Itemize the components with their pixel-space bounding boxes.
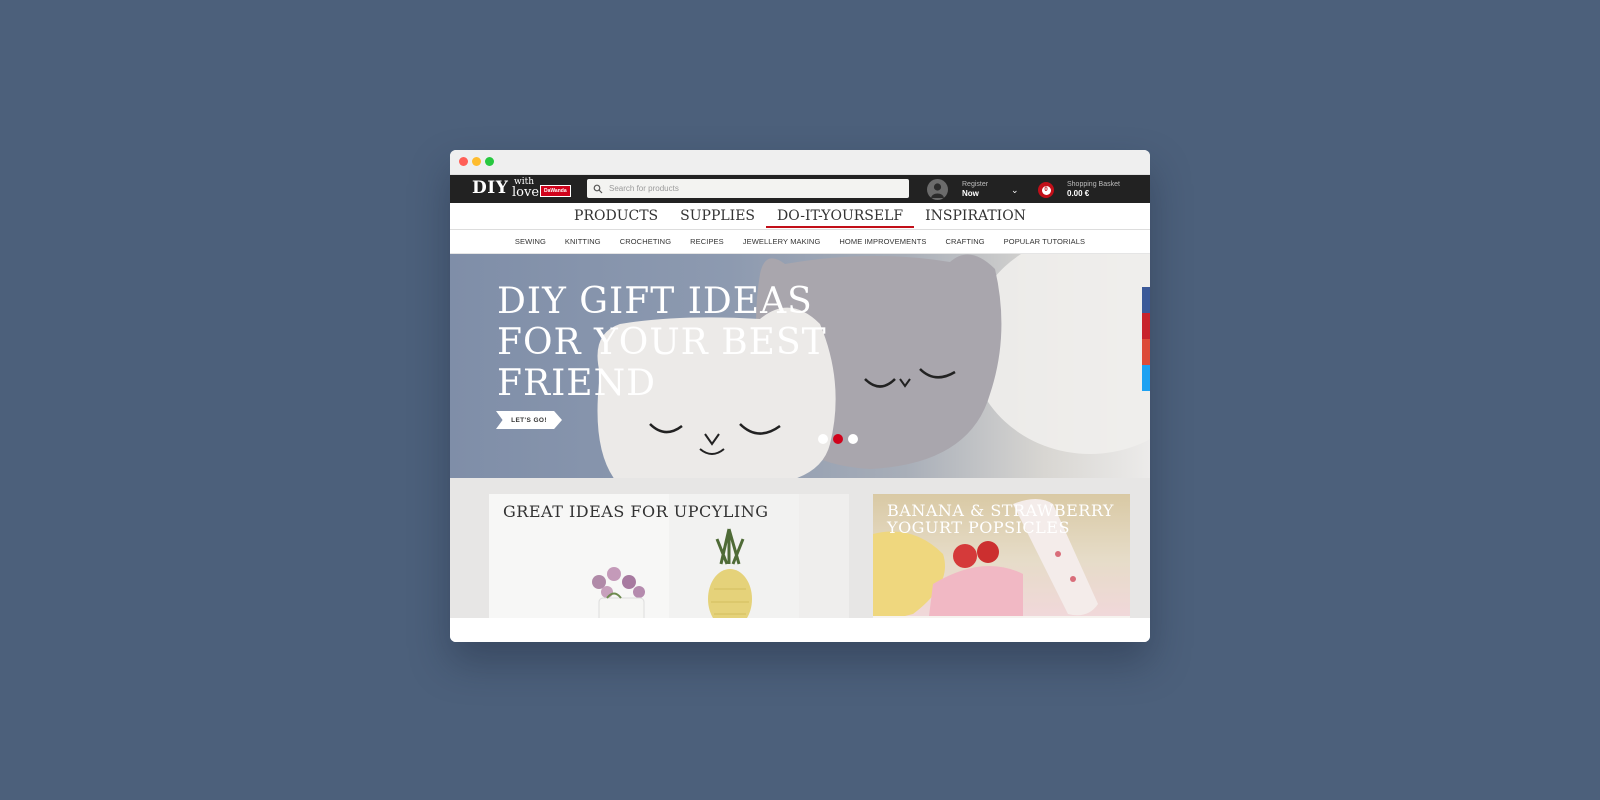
basket-label: Shopping Basket — [1067, 181, 1120, 188]
logo-tag: DaWanda — [540, 185, 571, 197]
hero-banner[interactable]: DIY GIFT IDEAS FOR YOUR BEST FRIEND LET'… — [450, 254, 1150, 478]
social-share-bar — [1142, 287, 1150, 391]
maximize-window-button[interactable] — [485, 157, 494, 166]
hero-cta-button[interactable]: LET'S GO! — [496, 411, 562, 429]
subnav-sewing[interactable]: SEWING — [505, 237, 555, 246]
subnav-crocheting[interactable]: CROCHETING — [610, 237, 680, 246]
nav-products[interactable]: PRODUCTS — [563, 203, 669, 229]
logo-diy-text: DIY — [472, 178, 509, 198]
nav-inspiration[interactable]: INSPIRATION — [914, 203, 1037, 229]
card-popsicles[interactable]: BANANA & STRAWBERRY YOGURT POPSICLES — [873, 494, 1130, 618]
logo-love-text: love — [512, 185, 540, 200]
hero-title: DIY GIFT IDEAS FOR YOUR BEST FRIEND — [497, 281, 837, 404]
subnav-knitting[interactable]: KNITTING — [555, 237, 610, 246]
search-icon — [593, 184, 603, 193]
carousel-dot[interactable] — [818, 434, 828, 444]
subnav-home-improvements[interactable]: HOME IMPROVEMENTS — [830, 237, 936, 246]
register-link[interactable]: Register Now — [962, 180, 988, 198]
pinterest-share-button[interactable] — [1142, 313, 1150, 339]
subnav-popular-tutorials[interactable]: POPULAR TUTORIALS — [994, 237, 1094, 246]
sub-navigation: SEWING KNITTING CROCHETING RECIPES JEWEL… — [450, 230, 1150, 254]
nav-supplies[interactable]: SUPPLIES — [669, 203, 766, 229]
subnav-jewellery-making[interactable]: JEWELLERY MAKING — [733, 237, 830, 246]
carousel-dot[interactable] — [848, 434, 858, 444]
subnav-crafting[interactable]: CRAFTING — [936, 237, 994, 246]
card-upcycling[interactable]: GREAT IDEAS FOR UPCYLING — [489, 494, 849, 618]
site-header: DIY with love DaWanda Register Now ⌄ — [450, 175, 1150, 203]
close-window-button[interactable] — [459, 157, 468, 166]
content-cards: GREAT IDEAS FOR UPCYLING BANANA & STRAWB… — [450, 478, 1150, 618]
page-bottom-edge — [450, 622, 1150, 642]
search-bar[interactable] — [587, 179, 909, 198]
carousel-indicators — [818, 434, 858, 444]
basket-count: 0 — [1041, 185, 1051, 195]
nav-do-it-yourself[interactable]: DO-IT-YOURSELF — [766, 203, 915, 229]
search-input[interactable] — [607, 183, 901, 194]
subnav-recipes[interactable]: RECIPES — [681, 237, 734, 246]
window-titlebar — [450, 150, 1150, 175]
hero-title-line: FOR YOUR BEST — [497, 322, 827, 363]
hero-title-line: FRIEND — [497, 363, 656, 404]
google-plus-share-button[interactable] — [1142, 339, 1150, 365]
basket-icon[interactable]: 0 — [1038, 180, 1054, 198]
hero-title-line: DIY GIFT IDEAS — [497, 281, 813, 322]
browser-window: DIY with love DaWanda Register Now ⌄ — [450, 150, 1150, 642]
minimize-window-button[interactable] — [472, 157, 481, 166]
card-upcycling-title: GREAT IDEAS FOR UPCYLING — [503, 502, 769, 521]
facebook-share-button[interactable] — [1142, 287, 1150, 313]
basket-count-badge: 0 — [1038, 182, 1054, 198]
register-now-label: Now — [962, 189, 979, 198]
register-label: Register — [962, 181, 989, 188]
user-avatar-icon[interactable] — [927, 179, 948, 200]
chevron-down-icon[interactable]: ⌄ — [1011, 185, 1019, 196]
basket-summary[interactable]: Shopping Basket 0.00 € — [1067, 180, 1120, 198]
basket-amount: 0.00 € — [1067, 189, 1090, 198]
carousel-dot-active[interactable] — [833, 434, 843, 444]
card-popsicles-title: BANANA & STRAWBERRY YOGURT POPSICLES — [887, 501, 1114, 537]
main-navigation: PRODUCTS SUPPLIES DO-IT-YOURSELF INSPIRA… — [450, 203, 1150, 230]
twitter-share-button[interactable] — [1142, 365, 1150, 391]
